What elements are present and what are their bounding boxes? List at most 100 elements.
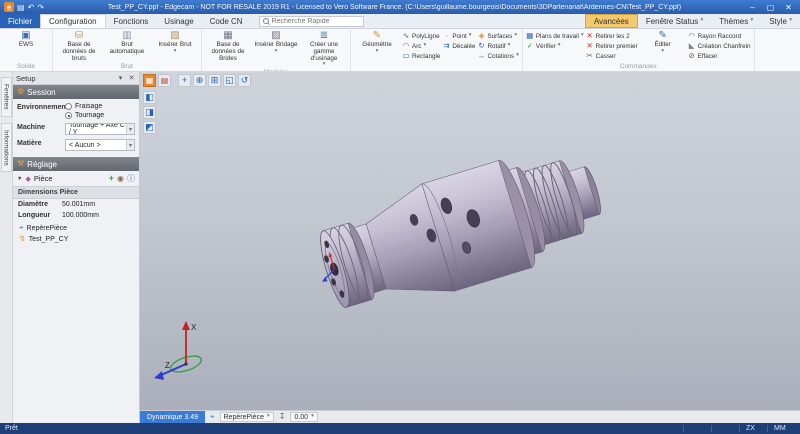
viewport-statusbar: Dynamique 3.49 ⌖ RepèrePièce ▾ ↧ 0.00 ▾ — [140, 410, 800, 423]
edit-button[interactable]: ✎ Éditer ▾ — [640, 30, 686, 62]
maximize-button[interactable]: ▢ — [763, 3, 778, 12]
close-icon[interactable]: ✕ — [127, 74, 136, 82]
reglage-section-header[interactable]: ⚒ Réglage — [13, 157, 139, 171]
tree-item-repere-piece[interactable]: ⌖ RepèrePièce — [19, 224, 133, 232]
button-label: Vérifier — [536, 43, 556, 50]
info-icon[interactable]: ⓘ — [127, 175, 135, 183]
tab-code-cn[interactable]: Code CN — [202, 14, 251, 28]
radio-fraisage[interactable]: Fraisage — [65, 103, 104, 110]
radio-icon[interactable] — [65, 103, 72, 110]
titlebar: e ▤ ↶ ↷ Test_PP_CY.ppf - Edgecam - NOT F… — [0, 0, 800, 14]
tab-style[interactable]: Style ▾ — [761, 14, 800, 28]
undo-icon[interactable]: ↶ — [28, 3, 35, 12]
tab-themes[interactable]: Thèmes ▾ — [711, 14, 761, 28]
ribbon-group-geometrie: ✎ Géométrie ▾ ∿ PolyLigne ◠ Arc ▾ ▭ Rect… — [351, 29, 523, 71]
view-top-icon[interactable]: ◧ — [143, 91, 156, 104]
offset-icon: ⇉ — [442, 42, 450, 50]
search-input[interactable] — [272, 18, 360, 25]
rectangle-button[interactable]: ▭ Rectangle — [402, 51, 440, 61]
view-iso-icon[interactable]: ◨ — [143, 106, 156, 119]
geometrie-button[interactable]: ✎ Géométrie ▾ — [354, 30, 400, 62]
add-icon[interactable]: + — [109, 174, 114, 183]
button-label: Plans de travail — [536, 33, 579, 40]
remove-both-button[interactable]: ✕ Retirer les 2 — [586, 31, 638, 41]
tree-item-test-pp-cy[interactable]: ↯ Test_PP_CY — [19, 235, 133, 243]
cotations-button[interactable]: ↔ Cotations ▾ — [477, 51, 518, 61]
environment-radios: Fraisage Tournage — [65, 103, 104, 119]
part-geometry[interactable] — [303, 136, 613, 328]
graphics-area[interactable]: X Z ▦ ▤ + ⊕ ⊞ ◱ ↺ ◧ ◨ ◩ — [140, 72, 800, 410]
insert-stock-button[interactable]: ▧ Insérer Brut ▾ — [152, 30, 198, 62]
tab-fonctions[interactable]: Fonctions — [106, 14, 157, 28]
save-icon[interactable]: ▤ — [17, 3, 25, 12]
session-section-header[interactable]: ⚙ Session — [13, 85, 139, 99]
rotate-icon: ↻ — [477, 42, 485, 50]
viewport-toolbar: ▦ ▤ + ⊕ ⊞ ◱ ↺ — [143, 74, 251, 87]
tab-fenetre-status[interactable]: Fenêtre Status ▾ — [638, 14, 711, 28]
button-label: Brut automatique — [104, 42, 150, 56]
orbit-icon[interactable]: ↺ — [238, 74, 251, 87]
tab-fichier[interactable]: Fichier — [0, 14, 40, 28]
minimize-button[interactable]: – — [745, 3, 760, 12]
ews-button[interactable]: ▣ EWS — [3, 30, 49, 62]
find-icon[interactable]: ◉ — [117, 175, 124, 183]
fixture-database-button[interactable]: ▦ Base de données de Brides — [205, 30, 251, 68]
pan-icon[interactable]: + — [178, 74, 191, 87]
cpl-selector[interactable]: RepèrePièce ▾ — [220, 412, 274, 422]
stock-display-icon[interactable]: ▤ — [158, 74, 171, 87]
auto-stock-button[interactable]: ▥ Brut automatique — [104, 30, 150, 62]
side-tab-fenetres[interactable]: Fenêtres — [1, 77, 12, 117]
remove-first-button[interactable]: ✕ Retirer premier — [586, 41, 638, 51]
longueur-value: 100.000mm — [62, 212, 99, 219]
redo-icon[interactable]: ↷ — [37, 3, 44, 12]
simulate-icon[interactable]: ▦ — [143, 74, 156, 87]
side-tab-informations[interactable]: Informations — [1, 123, 12, 173]
tab-configuration[interactable]: Configuration — [40, 14, 106, 28]
machine-select[interactable]: Tournage + Axe C / Y ▾ — [65, 123, 135, 135]
insert-fixture-button[interactable]: ▨ Insérer Bridage ▾ — [253, 30, 299, 68]
create-machining-sequence-button[interactable]: ≣ Créer une gamme d'usinage ▾ — [301, 30, 347, 68]
status-plane-indicator: ZX — [739, 425, 767, 432]
workplanes-button[interactable]: ▦ Plans de travail ▾ — [526, 31, 584, 41]
tab-avancees[interactable]: Avancées — [585, 14, 638, 28]
arc-button[interactable]: ◠ Arc ▾ — [402, 41, 440, 51]
piece-row[interactable]: ▼ ◆ Pièce + ◉ ⓘ — [13, 171, 139, 186]
surfaces-button[interactable]: ◈ Surfaces ▾ — [477, 31, 518, 41]
zoom-window-icon[interactable]: ⊞ — [208, 74, 221, 87]
group-label — [354, 62, 519, 71]
rotatif-button[interactable]: ↻ Rotatif ▾ — [477, 41, 518, 51]
chevron-down-icon[interactable]: ▾ — [126, 124, 134, 134]
zoom-in-icon[interactable]: ⊕ — [193, 74, 206, 87]
polyline-button[interactable]: ∿ PolyLigne — [402, 31, 440, 41]
offset-button[interactable]: ⇉ Décalée — [442, 41, 475, 51]
erase-button[interactable]: ⊘ Effacer — [688, 51, 751, 61]
chevron-down-icon[interactable]: ▼ — [17, 176, 22, 182]
view-mode-indicator[interactable]: Dynamique 3.49 — [140, 411, 205, 423]
chevron-down-icon: ▾ — [750, 18, 753, 24]
chevron-down-icon: ▾ — [789, 18, 792, 24]
tab-usinage[interactable]: Usinage — [156, 14, 201, 28]
app-icon[interactable]: e — [4, 2, 14, 12]
part-model[interactable] — [140, 72, 800, 410]
fillet-button[interactable]: ◠ Rayon Raccord — [688, 31, 751, 41]
radio-icon[interactable] — [65, 112, 72, 119]
chevron-down-icon[interactable]: ▾ — [126, 140, 134, 150]
z-level-selector[interactable]: 0.00 ▾ — [290, 412, 317, 422]
break-button[interactable]: ✂ Casser — [586, 51, 638, 61]
search-icon — [263, 18, 269, 24]
verify-button[interactable]: ✓ Vérifier ▾ — [526, 41, 584, 51]
quick-search-box[interactable] — [259, 16, 364, 27]
tree-item-label: Test_PP_CY — [29, 236, 69, 243]
stock-database-button[interactable]: ⛁ Base de données de bruts — [56, 30, 102, 62]
chamfer-button[interactable]: ◣ Création Chanfrein — [688, 41, 751, 51]
material-select[interactable]: < Aucun > ▾ — [65, 139, 135, 151]
radio-tournage[interactable]: Tournage — [65, 112, 104, 119]
view-front-icon[interactable]: ◩ — [143, 121, 156, 134]
button-label: Casser — [596, 53, 616, 60]
pin-icon[interactable]: ▾ — [116, 74, 125, 82]
zoom-extents-icon[interactable]: ◱ — [223, 74, 236, 87]
chevron-down-icon: ▾ — [275, 49, 278, 55]
point-button[interactable]: ∙ Point ▾ — [442, 31, 475, 41]
ribbon-stack: ◈ Surfaces ▾ ↻ Rotatif ▾ ↔ Cotations ▾ — [477, 30, 518, 62]
close-button[interactable]: ✕ — [781, 3, 796, 12]
